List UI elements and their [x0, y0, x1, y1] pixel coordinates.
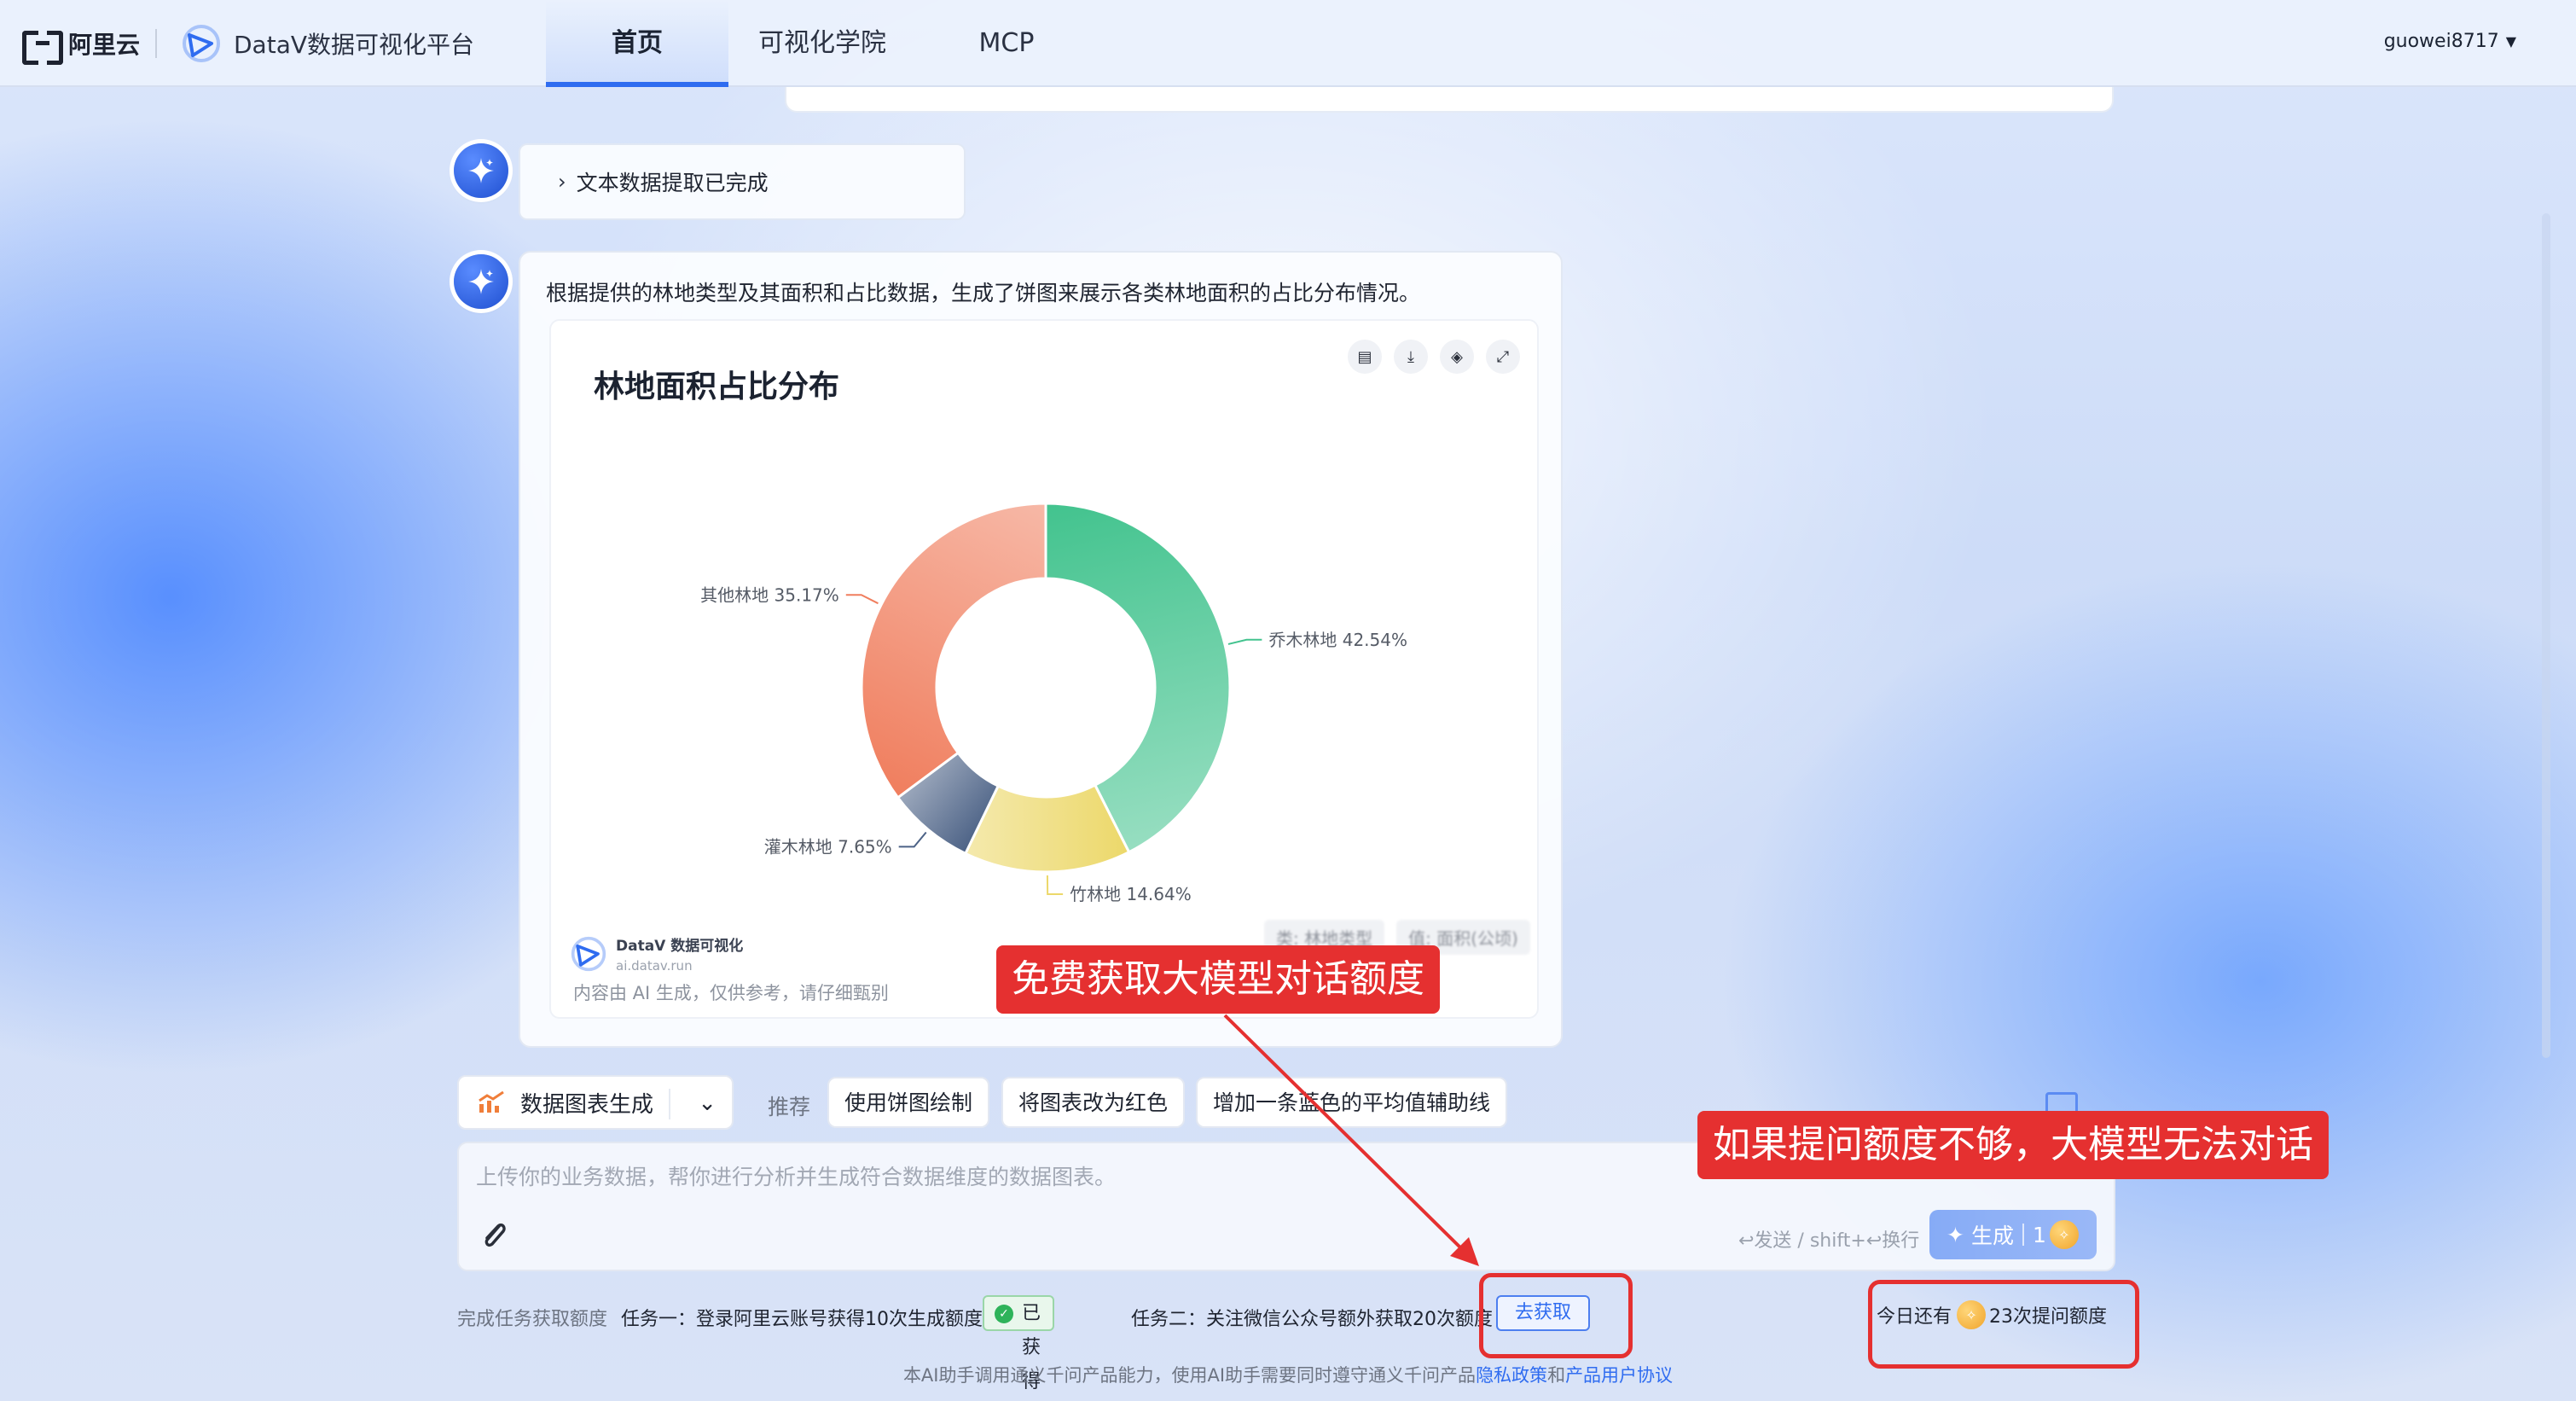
pie-label: 灌木林地 7.65% [764, 836, 892, 857]
chart-trend-icon [479, 1090, 504, 1113]
send-hint: ↩发送 / shift+↩换行 [1738, 1230, 1920, 1252]
aliyun-logo-icon [22, 31, 63, 65]
answer-card: 根据提供的林地类型及其面积和占比数据，生成了饼图来展示各类林地面积的占比分布情况… [519, 251, 1563, 1048]
pie-slice-3[interactable] [860, 502, 1047, 799]
generate-label: 生成 [1970, 1224, 2014, 1248]
download-icon[interactable]: ⤓ [1394, 340, 1428, 374]
sparkle-icon: ✦ [1947, 1222, 1964, 1247]
chart-toolbar: ▤ ⤓ ◈ ⤢ [1348, 340, 1520, 374]
platform-name: DataV数据可视化平台 [234, 31, 475, 59]
task-one: 任务一：登录阿里云账号获得10次生成额度 [621, 1309, 983, 1330]
chart-title: 林地面积占比分布 [594, 369, 840, 404]
ai-disclaimer: 内容由 AI 生成，仅供参考，请仔细甄别 [573, 983, 889, 1003]
user-agreement-link[interactable]: 产品用户协议 [1565, 1365, 1673, 1386]
annotation-highlight-get-button [1479, 1273, 1633, 1358]
mode-label: 数据图表生成 [520, 1091, 654, 1118]
aliyun-brand-text: 阿里云 [68, 31, 141, 59]
tab-academy[interactable]: 可视化学院 [737, 0, 908, 87]
ai-avatar [454, 143, 508, 198]
brand-divider [155, 29, 157, 58]
suggestion-chip[interactable]: 使用饼图绘制 [827, 1077, 990, 1128]
footer-note: 本AI助手调用通义千问产品能力，使用AI助手需要同时遵守通义千问产品隐私政策和产… [0, 1362, 2576, 1387]
answer-text: 根据提供的林地类型及其面积和占比数据，生成了饼图来展示各类林地面积的占比分布情况… [546, 281, 1421, 305]
datav-logo-icon [183, 25, 220, 62]
divider [669, 1089, 670, 1119]
expand-icon[interactable]: ⤢ [1486, 340, 1520, 374]
tab-mcp[interactable]: MCP [955, 0, 1058, 87]
watermark-name: DataV 数据可视化 [616, 938, 744, 955]
mode-select[interactable]: 数据图表生成 ⌄ [457, 1075, 734, 1130]
privacy-policy-link[interactable]: 隐私政策 [1476, 1365, 1547, 1386]
pie-leader-line [1227, 638, 1262, 645]
generate-button[interactable]: ✦ 生成 1 ✧ [1929, 1210, 2097, 1259]
footer-and: 和 [1547, 1365, 1566, 1386]
chevron-down-icon[interactable]: ⌄ [698, 1090, 717, 1116]
tab-home[interactable]: 首页 [546, 0, 728, 87]
username: guowei8717 [2383, 31, 2499, 52]
datav-platform-logo[interactable]: DataV数据可视化平台 [181, 22, 474, 65]
annotation-free-quota: 免费获取大模型对话额度 [996, 945, 1440, 1014]
task-two: 任务二：关注微信公众号额外获取20次额度 [1131, 1309, 1493, 1330]
task-one-status-badge: ✓ 已获得 [983, 1295, 1055, 1392]
paperclip-icon[interactable] [474, 1215, 515, 1256]
annotation-highlight-quota [1868, 1280, 2139, 1369]
divider [2022, 1224, 2024, 1246]
suggestion-chip[interactable]: 将图表改为红色 [1001, 1077, 1186, 1128]
top-nav-bar: 阿里云 DataV数据可视化平台 首页 可视化学院 MCP guowei8717… [0, 0, 2576, 87]
pie-label: 乔木林地 42.54% [1268, 630, 1407, 650]
chevron-right-icon: › [558, 170, 566, 194]
check-icon: ✓ [995, 1305, 1013, 1323]
suggestion-chip[interactable]: 增加一条蓝色的平均值辅助线 [1196, 1077, 1508, 1128]
footer-text: 本AI助手调用通义千问产品能力，使用AI助手需要同时遵守通义千问产品 [902, 1365, 1477, 1386]
extraction-status-bubble[interactable]: › 文本数据提取已完成 [519, 143, 966, 220]
previous-message-card [785, 87, 2114, 113]
pie-label: 其他林地 35.17% [700, 584, 839, 605]
sparkle-icon [468, 158, 494, 183]
pie-leader-line [1046, 875, 1064, 895]
datav-logo-icon [571, 936, 606, 971]
ai-avatar [454, 254, 508, 309]
donut-chart: 乔木林地 42.54% 竹林地 14.64% 灌木林地 7.65% 其他林地 35.1… [700, 502, 1407, 904]
status-text: 文本数据提取已完成 [576, 171, 769, 195]
chart-card: 乔木林地 42.54% 竹林地 14.64% 灌木林地 7.65% 其他林地 35.1… [549, 319, 1539, 1019]
data-table-icon[interactable]: ▤ [1348, 340, 1382, 374]
annotation-quota-warning: 如果提问额度不够，大模型无法对话 [1697, 1111, 2329, 1179]
pie-label: 竹林地 14.64% [1070, 884, 1192, 904]
scrollbar[interactable] [2542, 213, 2550, 1058]
caret-down-icon: ▼ [2505, 33, 2516, 49]
aliyun-logo[interactable]: 阿里云 [22, 26, 141, 65]
coin-icon: ✧ [2049, 1220, 2079, 1249]
paint-bucket-icon[interactable]: ◈ [1440, 340, 1474, 374]
datav-watermark: DataV 数据可视化 ai.datav.run [570, 933, 743, 974]
user-menu[interactable]: guowei8717 ▼ [2384, 31, 2516, 52]
generate-cost: 1 [2032, 1222, 2046, 1247]
pie-leader-line [845, 594, 879, 605]
pie-leader-line [898, 831, 927, 848]
sparkle-icon [468, 269, 494, 294]
watermark-url: ai.datav.run [616, 958, 693, 974]
suggest-label: 推荐 [768, 1095, 811, 1119]
tasks-intro: 完成任务获取额度 [457, 1309, 608, 1330]
